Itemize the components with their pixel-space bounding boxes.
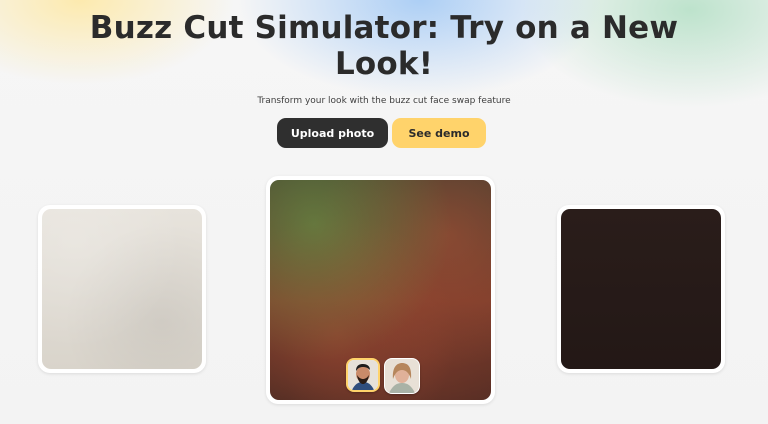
face-thumbnail-image <box>348 360 378 390</box>
face-thumbnail-image <box>385 359 419 393</box>
face-thumbnail-selected[interactable] <box>346 358 380 392</box>
page-title: Buzz Cut Simulator: Try on a New Look! <box>89 10 679 82</box>
example-photo-center-image <box>270 180 491 400</box>
upload-photo-button[interactable]: Upload photo <box>277 118 388 148</box>
example-photo-left <box>38 205 206 373</box>
face-thumbnail[interactable] <box>384 358 420 394</box>
example-photo-center <box>266 176 495 404</box>
example-photo-left-image <box>42 209 202 369</box>
photo-background <box>561 209 721 369</box>
photo-background <box>270 180 491 400</box>
example-photo-right-image <box>561 209 721 369</box>
photo-background <box>42 209 202 369</box>
page-subtitle: Transform your look with the buzz cut fa… <box>257 96 511 106</box>
example-photo-right <box>557 205 725 373</box>
see-demo-button[interactable]: See demo <box>392 118 486 148</box>
